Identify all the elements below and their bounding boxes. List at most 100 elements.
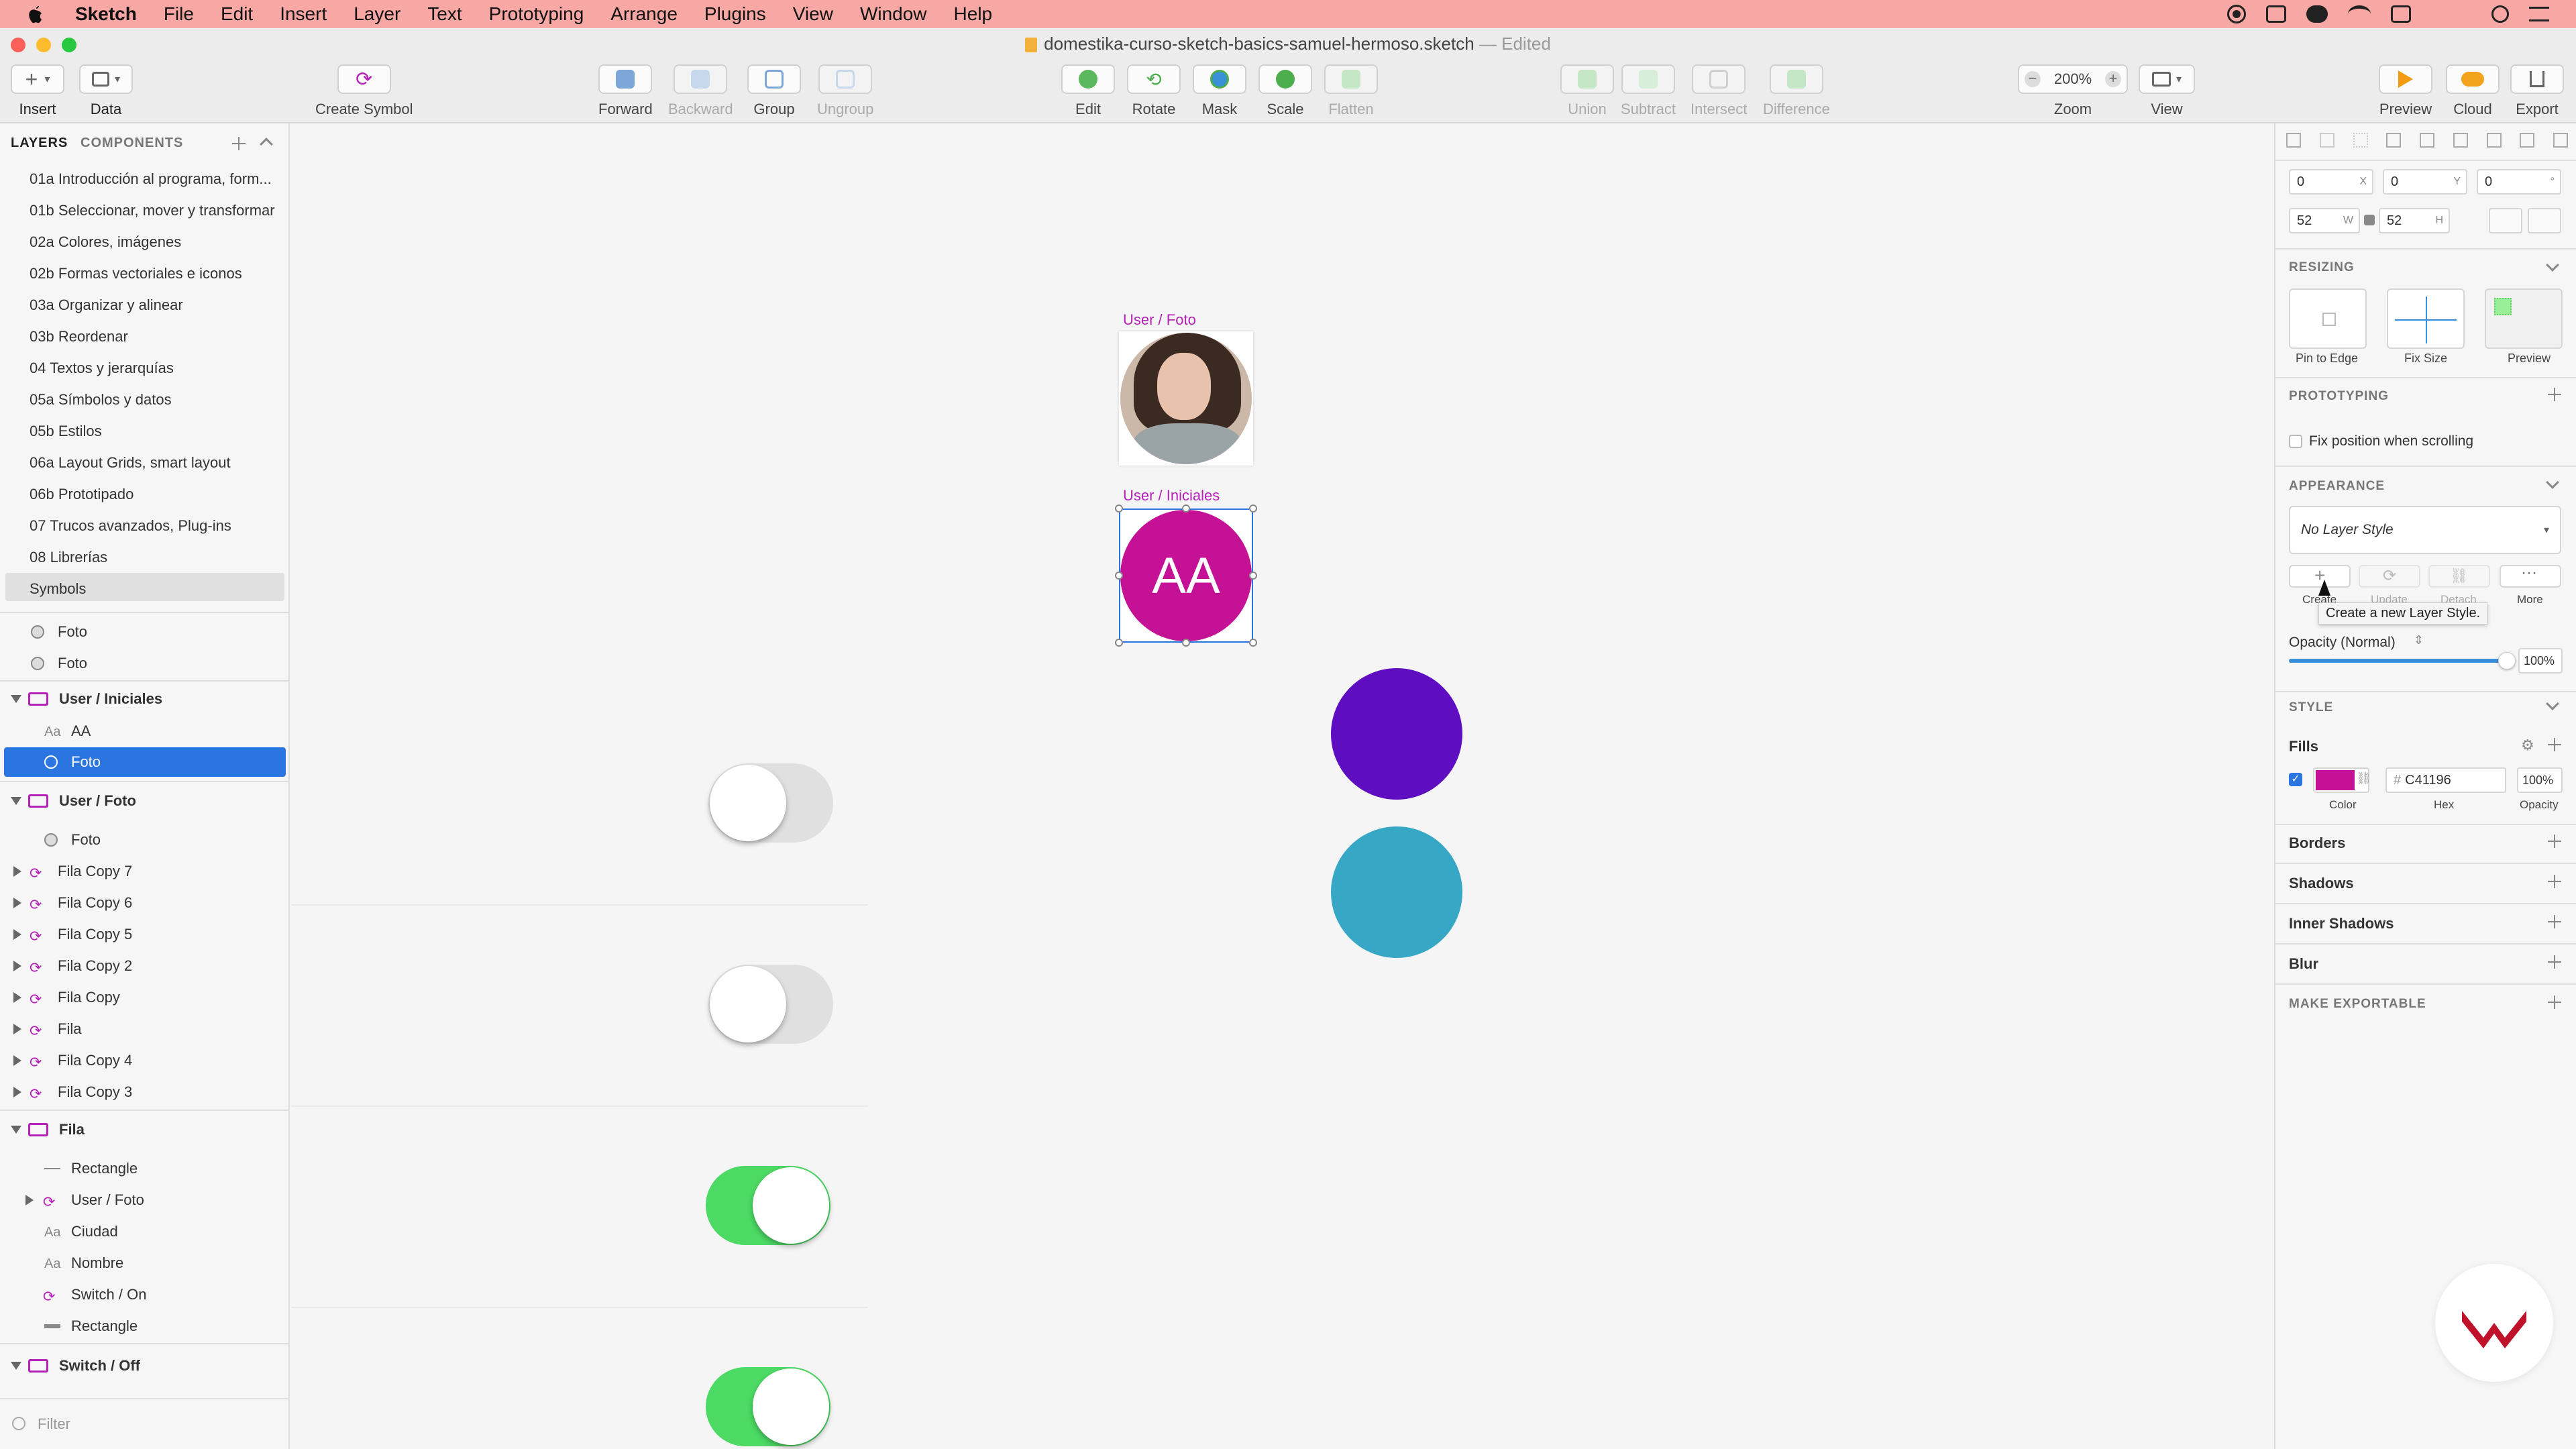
fix-size-option[interactable] <box>2387 288 2465 349</box>
difference-tool[interactable]: Difference <box>1763 64 1830 118</box>
creative-cloud-icon[interactable] <box>2306 5 2328 23</box>
menu-text[interactable]: Text <box>427 3 462 25</box>
view-button[interactable]: ▾ <box>2139 64 2195 94</box>
zoom-window-button[interactable] <box>62 38 76 52</box>
insert-tool[interactable]: + ▾ Insert <box>11 64 64 118</box>
page-item[interactable]: 03b Reordenar <box>30 328 128 345</box>
disclosure-triangle-icon[interactable] <box>13 1087 21 1097</box>
intersect-tool[interactable]: Intersect <box>1690 64 1747 118</box>
layer-row[interactable]: Rectangle <box>0 1311 290 1341</box>
difference-button[interactable] <box>1769 64 1823 94</box>
preview-tool[interactable]: Preview <box>2379 64 2432 118</box>
layer-row[interactable]: ⟳ Fila <box>0 1014 290 1044</box>
resize-handle[interactable] <box>1115 639 1123 647</box>
purple-circle[interactable] <box>1331 668 1462 800</box>
chevron-down-icon[interactable] <box>2546 258 2559 272</box>
menu-insert[interactable]: Insert <box>280 3 327 25</box>
flip-vertical-button[interactable] <box>2528 208 2561 233</box>
fill-color-swatch[interactable]: ⛓ <box>2313 767 2371 793</box>
page-item[interactable]: 01a Introducción al programa, form... <box>30 170 272 188</box>
add-shadow-icon[interactable] <box>2546 873 2563 890</box>
align-right-icon[interactable] <box>2486 133 2502 148</box>
page-item[interactable]: 01b Seleccionar, mover y transformar <box>30 202 275 219</box>
rotate-tool[interactable]: ⟲ Rotate <box>1127 64 1181 118</box>
page-item-symbols[interactable]: Symbols <box>30 580 86 598</box>
page-item[interactable]: 02a Colores, imágenes <box>30 233 181 251</box>
backward-tool[interactable]: Backward <box>668 64 733 118</box>
mask-tool[interactable]: Mask <box>1193 64 1246 118</box>
disclosure-triangle-icon[interactable] <box>25 1195 34 1205</box>
disclosure-triangle-icon[interactable] <box>13 1055 21 1066</box>
page-item[interactable]: 06b Prototipado <box>30 486 133 503</box>
add-border-icon[interactable] <box>2546 833 2563 849</box>
menu-window[interactable]: Window <box>860 3 927 25</box>
control-center-icon[interactable] <box>2529 7 2549 21</box>
opacity-slider[interactable] <box>2289 659 2508 663</box>
group-button[interactable] <box>747 64 801 94</box>
switch-on[interactable] <box>706 1367 830 1446</box>
opacity-slider-knob[interactable] <box>2498 652 2516 669</box>
rotation-field[interactable]: 0 ° <box>2477 169 2561 195</box>
cloud-button[interactable] <box>2446 64 2500 94</box>
disclosure-triangle-icon[interactable] <box>11 1362 21 1370</box>
layer-row-symbol-master[interactable]: Switch / Off <box>0 1351 290 1381</box>
chevron-down-icon[interactable] <box>2546 697 2559 710</box>
page-item[interactable]: 08 Librerías <box>30 549 107 566</box>
y-field[interactable]: 0Y <box>2383 169 2467 195</box>
collapse-pages-icon[interactable] <box>260 138 273 151</box>
opacity-label[interactable]: Opacity (Normal) <box>2289 635 2396 651</box>
data-tool[interactable]: ▾ Data <box>79 64 133 118</box>
artboard-label-user-foto[interactable]: User / Foto <box>1123 311 1196 329</box>
add-page-icon[interactable] <box>231 136 247 152</box>
hex-field[interactable]: # C41196 <box>2385 767 2506 793</box>
align-top-icon[interactable] <box>2386 133 2402 148</box>
flatten-button[interactable] <box>1324 64 1378 94</box>
layer-row[interactable]: ⟳ Switch / On <box>0 1280 290 1309</box>
width-field[interactable]: 52 W <box>2289 208 2360 233</box>
resize-handle[interactable] <box>1115 572 1123 580</box>
switch-on[interactable] <box>706 1166 830 1245</box>
layer-row[interactable]: ⟳ Fila Copy 2 <box>0 951 290 981</box>
resize-handle[interactable] <box>1249 572 1257 580</box>
align-middle-icon[interactable] <box>2420 133 2434 148</box>
align-center-icon[interactable] <box>2319 133 2334 148</box>
resize-handle[interactable] <box>1115 504 1123 513</box>
flip-horizontal-button[interactable] <box>2489 208 2522 233</box>
menu-layer[interactable]: Layer <box>354 3 400 25</box>
group-tool[interactable]: Group <box>747 64 801 118</box>
resize-handle[interactable] <box>1182 504 1190 513</box>
edit-button[interactable] <box>1061 64 1115 94</box>
layer-row[interactable]: ⟳ User / Foto <box>0 1185 290 1215</box>
record-icon[interactable] <box>2227 5 2246 23</box>
menu-prototyping[interactable]: Prototyping <box>489 3 584 25</box>
disclosure-triangle-icon[interactable] <box>13 992 21 1003</box>
layer-style-dropdown[interactable]: No Layer Style ▾ <box>2289 506 2561 554</box>
preview-button[interactable] <box>2379 64 2432 94</box>
layer-row[interactable]: Foto <box>0 617 290 647</box>
forward-tool[interactable]: Forward <box>598 64 653 118</box>
scale-button[interactable] <box>1258 64 1312 94</box>
page-item[interactable]: 06a Layout Grids, smart layout <box>30 454 231 472</box>
artboard-user-iniciales[interactable]: AA <box>1115 504 1257 647</box>
disclosure-triangle-icon[interactable] <box>13 866 21 877</box>
flatten-tool[interactable]: Flatten <box>1324 64 1378 118</box>
layer-row[interactable]: ⟳ Fila Copy 6 <box>0 888 290 918</box>
layer-row[interactable]: Foto <box>0 825 290 855</box>
artboard-user-foto[interactable] <box>1119 331 1253 466</box>
apple-menu-icon[interactable] <box>27 4 44 24</box>
detach-style-button[interactable]: ⛓ <box>2428 565 2490 588</box>
create-symbol-tool[interactable]: ⟳ Create Symbol <box>315 64 413 118</box>
zoom-in-button[interactable]: + <box>2105 71 2121 87</box>
union-tool[interactable]: Union <box>1560 64 1614 118</box>
disclosure-triangle-icon[interactable] <box>11 695 21 703</box>
page-item[interactable]: 05a Símbolos y datos <box>30 391 172 409</box>
disclosure-triangle-icon[interactable] <box>11 797 21 805</box>
distribute-horizontal-icon[interactable] <box>2353 133 2368 148</box>
page-item[interactable]: 02b Formas vectoriales e iconos <box>30 265 242 282</box>
layer-row[interactable]: ⟳ Fila Copy 3 <box>0 1077 290 1107</box>
resize-handle[interactable] <box>1182 639 1190 647</box>
screen-icon[interactable] <box>2266 5 2286 23</box>
disclosure-triangle-icon[interactable] <box>11 1126 21 1134</box>
distribute-vertical-icon[interactable] <box>2520 133 2535 148</box>
insert-button[interactable]: + ▾ <box>11 64 64 94</box>
